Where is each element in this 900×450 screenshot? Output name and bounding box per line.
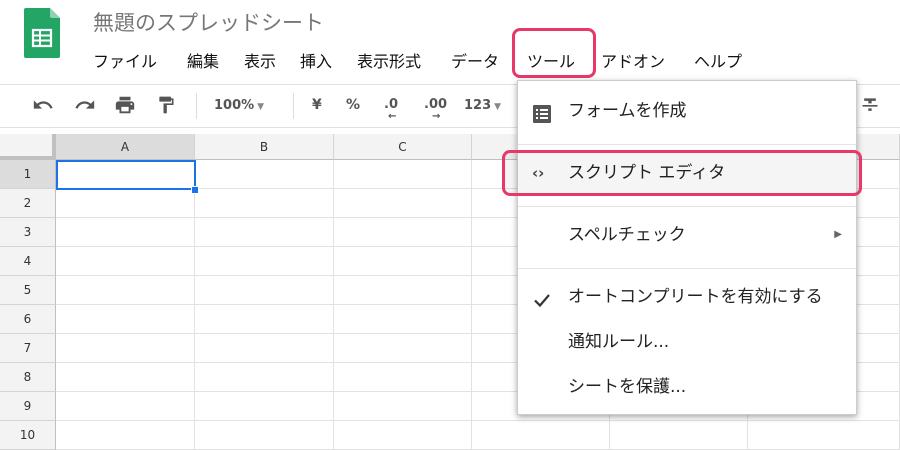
arrow-right-icon: → (432, 111, 441, 122)
menu-format[interactable]: 表示形式 (357, 48, 421, 72)
number-format-value: 123 (464, 98, 492, 113)
grid-cell[interactable] (195, 276, 334, 305)
row-header-7[interactable]: 7 (0, 334, 56, 363)
row-header-10[interactable]: 10 (0, 421, 56, 450)
grid-cell[interactable] (56, 363, 195, 392)
grid-cell[interactable] (610, 421, 748, 450)
number-format-select[interactable]: 123 ▼ (464, 98, 501, 113)
row-header-2[interactable]: 2 (0, 189, 56, 218)
menu-data[interactable]: データ (451, 48, 499, 72)
row-header-5[interactable]: 5 (0, 276, 56, 305)
grid-cell[interactable] (195, 218, 334, 247)
menu-item-label: シートを保護... (568, 377, 687, 397)
grid-cell[interactable] (195, 334, 334, 363)
submenu-arrow-icon: ▶ (834, 229, 842, 240)
grid-cell[interactable] (195, 305, 334, 334)
grid-cell[interactable] (334, 189, 472, 218)
menu-separator (518, 268, 856, 269)
menu-addons[interactable]: アドオン (601, 48, 665, 72)
grid-cell[interactable] (56, 247, 195, 276)
menu-separator (518, 144, 856, 145)
menu-item-autocomplete[interactable]: オートコンプリートを有効にする (518, 279, 856, 315)
grid-cell[interactable] (56, 189, 195, 218)
column-header-b[interactable]: B (195, 134, 334, 160)
caret-down-icon: ▼ (494, 102, 502, 112)
menu-file[interactable]: ファイル (93, 48, 157, 72)
menu-separator (518, 206, 856, 207)
grid-cell[interactable] (195, 189, 334, 218)
grid-cell[interactable] (334, 363, 472, 392)
percent-format-button[interactable]: % (346, 97, 360, 113)
grid-cell[interactable] (56, 276, 195, 305)
grid-cell[interactable] (195, 363, 334, 392)
zoom-select[interactable]: 100% ▼ (214, 98, 264, 113)
redo-icon[interactable] (74, 94, 96, 120)
caret-down-icon: ▼ (257, 102, 265, 112)
grid-cell[interactable] (195, 247, 334, 276)
column-header-c[interactable]: C (334, 134, 472, 160)
menu-item-label: 通知ルール... (568, 332, 670, 352)
menu-insert[interactable]: 挿入 (300, 48, 332, 72)
paint-format-icon[interactable] (156, 94, 176, 120)
grid-cell[interactable] (56, 334, 195, 363)
row-header-9[interactable]: 9 (0, 392, 56, 421)
row-header-6[interactable]: 6 (0, 305, 56, 334)
row-header-3[interactable]: 3 (0, 218, 56, 247)
row-header-1[interactable]: 1 (0, 160, 56, 189)
menu-item-protect-sheet[interactable]: シートを保護... (518, 369, 856, 405)
decrease-decimal-label: .0 (384, 97, 398, 112)
menu-item-label: フォームを作成 (568, 101, 687, 121)
currency-format-button[interactable]: ¥ (312, 97, 322, 113)
selected-cell-a1[interactable] (56, 160, 196, 190)
grid-cell[interactable] (334, 421, 472, 450)
tools-dropdown-menu: フォームを作成 ‹› スクリプト エディタ スペルチェック ▶ オートコンプリー… (517, 80, 857, 415)
grid-cell[interactable] (334, 218, 472, 247)
select-all-corner[interactable] (0, 134, 56, 160)
menu-item-label: オートコンプリートを有効にする (568, 287, 823, 307)
grid-cell[interactable] (56, 392, 195, 421)
menu-item-label: スペルチェック (568, 225, 686, 245)
undo-icon[interactable] (32, 94, 54, 120)
grid-cell[interactable] (334, 392, 472, 421)
grid-cell[interactable] (195, 421, 334, 450)
menu-item-notification-rules[interactable]: 通知ルール... (518, 324, 856, 360)
grid-cell[interactable] (334, 160, 472, 189)
zoom-value: 100% (214, 98, 255, 113)
sheets-logo-icon[interactable] (24, 8, 60, 58)
row-header-8[interactable]: 8 (0, 363, 56, 392)
grid-cell[interactable] (334, 334, 472, 363)
decrease-decimal-button[interactable]: .0 ← (384, 97, 398, 122)
increase-decimal-button[interactable]: .00 → (424, 97, 448, 122)
menu-edit[interactable]: 編集 (187, 48, 219, 72)
menu-help[interactable]: ヘルプ (694, 48, 742, 72)
grid-cell[interactable] (472, 421, 610, 450)
grid-cell[interactable] (334, 247, 472, 276)
menu-item-spellcheck[interactable]: スペルチェック ▶ (518, 217, 856, 253)
menu-view[interactable]: 表示 (244, 48, 276, 72)
fill-handle[interactable] (191, 186, 199, 194)
arrow-left-icon: ← (388, 111, 397, 122)
grid-cell[interactable] (195, 392, 334, 421)
check-icon (532, 287, 552, 308)
grid-cell[interactable] (56, 305, 195, 334)
grid-cell[interactable] (334, 305, 472, 334)
grid-cell[interactable] (334, 276, 472, 305)
script-editor-highlight (502, 150, 862, 196)
strikethrough-icon[interactable] (860, 94, 880, 121)
grid-cell[interactable] (56, 218, 195, 247)
document-title[interactable]: 無題のスプレッドシート (93, 7, 324, 37)
form-icon (532, 101, 552, 123)
grid-cell[interactable] (56, 421, 195, 450)
menu-item-create-form[interactable]: フォームを作成 (518, 93, 856, 129)
toolbar-separator (293, 93, 294, 119)
grid-cell[interactable] (748, 421, 900, 450)
grid-cell[interactable] (195, 160, 334, 189)
column-header-a[interactable]: A (56, 134, 195, 160)
print-icon[interactable] (114, 94, 136, 120)
toolbar-separator (196, 93, 197, 119)
increase-decimal-label: .00 (424, 97, 448, 112)
tools-menu-highlight (512, 28, 596, 78)
row-header-4[interactable]: 4 (0, 247, 56, 276)
